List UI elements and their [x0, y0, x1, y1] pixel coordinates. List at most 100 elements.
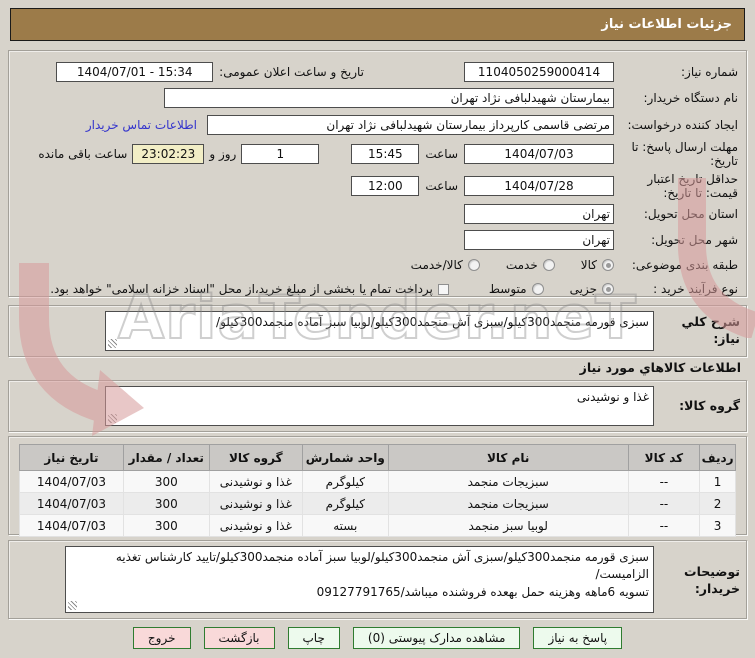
table-cell: غذا و نوشیدنی — [208, 492, 303, 515]
action-button-bar: پاسخ به نیاز مشاهده مدارک پیوستی (0) چاپ… — [0, 627, 755, 649]
price-validity-time-field[interactable]: 12:00 — [351, 176, 420, 196]
col-unit: واحد شمارش — [301, 444, 389, 471]
table-cell: 1 — [699, 470, 736, 493]
print-button[interactable]: چاپ — [287, 627, 340, 649]
table-cell: 3 — [699, 514, 736, 537]
need-description-textarea[interactable]: سبزی قورمه منجمد300کیلو/سبزی آش منجمد300… — [105, 311, 654, 351]
buyer-notes-label: توضیحات خریدار: — [684, 564, 740, 596]
delivery-city-field[interactable]: تهران — [464, 230, 614, 250]
table-cell: 1404/07/03 — [19, 514, 124, 537]
buyer-notes-textarea[interactable]: سبزی قورمه منجمد300کیلو/سبزی آش منجمد300… — [65, 546, 654, 613]
table-cell: -- — [627, 492, 701, 515]
page-title: جزئیات اطلاعات نیاز — [10, 8, 745, 41]
table-cell: 300 — [122, 470, 210, 493]
table-cell: 300 — [122, 492, 210, 515]
row-price-validity: حداقل تاریخ اعتبار قیمت: تا تاریخ: 1404/… — [15, 171, 738, 201]
table-header-row: ردیف کد کالا نام کالا واحد شمارش گروه کا… — [19, 444, 736, 471]
radio-option-label: کالا/خدمت — [410, 258, 463, 272]
table-cell: 1404/07/03 — [19, 492, 124, 515]
table-cell: -- — [627, 514, 701, 537]
radio-option-goods-service[interactable]: کالا/خدمت — [411, 258, 480, 272]
goods-table-panel: ردیف کد کالا نام کالا واحد شمارش گروه کا… — [8, 436, 747, 537]
table-cell: غذا و نوشیدنی — [208, 470, 303, 493]
radio-icon[interactable] — [467, 259, 480, 271]
table-cell: لوبیا سبز منجمد — [387, 514, 629, 537]
buyer-notes-panel: توضیحات خریدار: سبزی قورمه منجمد300کیلو/… — [8, 540, 747, 619]
response-deadline-label: مهلت ارسال پاسخ: تا تاریخ: — [631, 139, 738, 168]
request-creator-field[interactable]: مرتضی قاسمی کارپرداز بیمارستان شهیدلبافی… — [207, 115, 614, 135]
goods-group-label: گروه کالا: — [679, 397, 740, 413]
col-item-name: نام کالا — [387, 444, 629, 471]
table-cell: سبزیجات منجمد — [387, 470, 629, 493]
radio-option-label: جزیی — [569, 282, 597, 296]
resize-grip-icon[interactable] — [108, 414, 117, 423]
price-validity-date-field[interactable]: 1404/07/28 — [464, 176, 614, 196]
radio-option-minor[interactable]: جزیی — [570, 282, 614, 296]
row-delivery-city: شهر محل تحویل: تهران — [15, 229, 738, 251]
goods-section-header: اطلاعات کالاهاي مورد نیاز — [579, 360, 741, 375]
need-description-panel: شرح کلي نیاز: سبزی قورمه منجمد300کیلو/سب… — [8, 305, 747, 357]
exit-button[interactable]: خروج — [132, 627, 191, 649]
treasury-checkbox-group[interactable]: پرداخت تمام یا بخشی از مبلغ خرید،از محل … — [50, 282, 449, 296]
table-cell: 300 — [122, 514, 210, 537]
row-subject-class: طبقه بندی موضوعی: کالا خدمت کالا/خدمت — [15, 255, 738, 275]
response-deadline-hour-label: ساعت — [425, 147, 458, 161]
table-cell: کیلوگرم — [301, 492, 389, 515]
row-need-number: شماره نیاز: 1104050259000414 تاریخ و ساع… — [15, 61, 738, 83]
goods-group-textarea[interactable]: غذا و نوشیدنی — [105, 386, 654, 426]
radio-option-label: خدمت — [505, 258, 538, 272]
table-cell: کیلوگرم — [301, 470, 389, 493]
table-cell: غذا و نوشیدنی — [208, 514, 303, 537]
page: جزئیات اطلاعات نیاز شماره نیاز: 11040502… — [0, 0, 755, 658]
need-info-panel: شماره نیاز: 1104050259000414 تاریخ و ساع… — [8, 50, 747, 297]
announce-datetime-field[interactable]: 1404/07/01 - 15:34 — [56, 62, 214, 82]
goods-group-panel: گروه کالا: غذا و نوشیدنی — [8, 380, 747, 432]
table-cell: 2 — [699, 492, 736, 515]
radio-icon[interactable] — [531, 283, 544, 295]
row-delivery-province: استان محل تحویل: تهران — [15, 203, 738, 225]
view-attachments-button[interactable]: مشاهده مدارک پیوستی (0) — [352, 627, 521, 649]
remaining-suffix-label: ساعت باقی مانده — [38, 147, 128, 161]
radio-icon[interactable] — [602, 259, 614, 271]
table-cell: سبزیجات منجمد — [387, 492, 629, 515]
col-group: گروه کالا — [208, 444, 303, 471]
resize-grip-icon[interactable] — [68, 601, 77, 610]
table-row: 1 -- سبزیجات منجمد کیلوگرم غذا و نوشیدنی 300 1… — [19, 470, 736, 493]
price-validity-hour-label: ساعت — [425, 179, 458, 193]
respond-to-need-button[interactable]: پاسخ به نیاز — [533, 627, 623, 649]
purchase-type-label: نوع فرآیند خرید : — [653, 281, 738, 296]
delivery-province-label: استان محل تحویل: — [643, 206, 738, 221]
buyer-org-label: نام دستگاه خریدار: — [643, 90, 739, 105]
delivery-province-field[interactable]: تهران — [464, 204, 614, 224]
buyer-contact-link[interactable]: اطلاعات تماس خریدار — [86, 118, 197, 132]
radio-icon[interactable] — [542, 259, 555, 271]
radio-icon[interactable] — [602, 283, 614, 295]
delivery-city-label: شهر محل تحویل: — [651, 232, 738, 247]
back-button[interactable]: بازگشت — [203, 627, 275, 649]
row-buyer-org: نام دستگاه خریدار: بیمارستان شهیدلبافی ن… — [15, 87, 738, 109]
table-cell: بسته — [301, 514, 389, 537]
need-number-field[interactable]: 1104050259000414 — [464, 62, 614, 82]
request-creator-label: ایجاد کننده درخواست: — [627, 117, 738, 132]
price-validity-label: حداقل تاریخ اعتبار قیمت: تا تاریخ: — [647, 171, 738, 200]
table-row: 3 -- لوبیا سبز منجمد بسته غذا و نوشیدنی 300 14… — [19, 514, 736, 537]
col-quantity: تعداد / مقدار — [122, 444, 210, 471]
need-number-label: شماره نیاز: — [681, 64, 738, 79]
row-request-creator: ایجاد کننده درخواست: مرتضی قاسمی کارپردا… — [15, 113, 738, 137]
col-need-date: تاریخ نیاز — [19, 444, 124, 471]
response-deadline-time-field[interactable]: 15:45 — [351, 144, 420, 164]
buyer-org-field[interactable]: بیمارستان شهیدلبافی نژاد تهران — [164, 88, 614, 108]
resize-grip-icon[interactable] — [108, 339, 117, 348]
radio-option-goods[interactable]: کالا — [581, 258, 614, 272]
treasury-checkbox-label: پرداخت تمام یا بخشی از مبلغ خرید،از محل … — [50, 282, 433, 296]
radio-option-medium[interactable]: متوسط — [489, 282, 544, 296]
radio-option-service[interactable]: خدمت — [506, 258, 555, 272]
row-purchase-type: نوع فرآیند خرید : جزیی متوسط پرداخت تمام… — [15, 278, 738, 300]
response-deadline-date-field[interactable]: 1404/07/03 — [464, 144, 614, 164]
radio-option-label: کالا — [580, 258, 597, 272]
need-description-label: شرح کلي نیاز: — [681, 314, 740, 346]
remaining-time-field: 23:02:23 — [132, 144, 205, 164]
remaining-days-label: روز و — [209, 147, 237, 161]
radio-option-label: متوسط — [488, 282, 527, 296]
checkbox-icon[interactable] — [437, 283, 449, 295]
